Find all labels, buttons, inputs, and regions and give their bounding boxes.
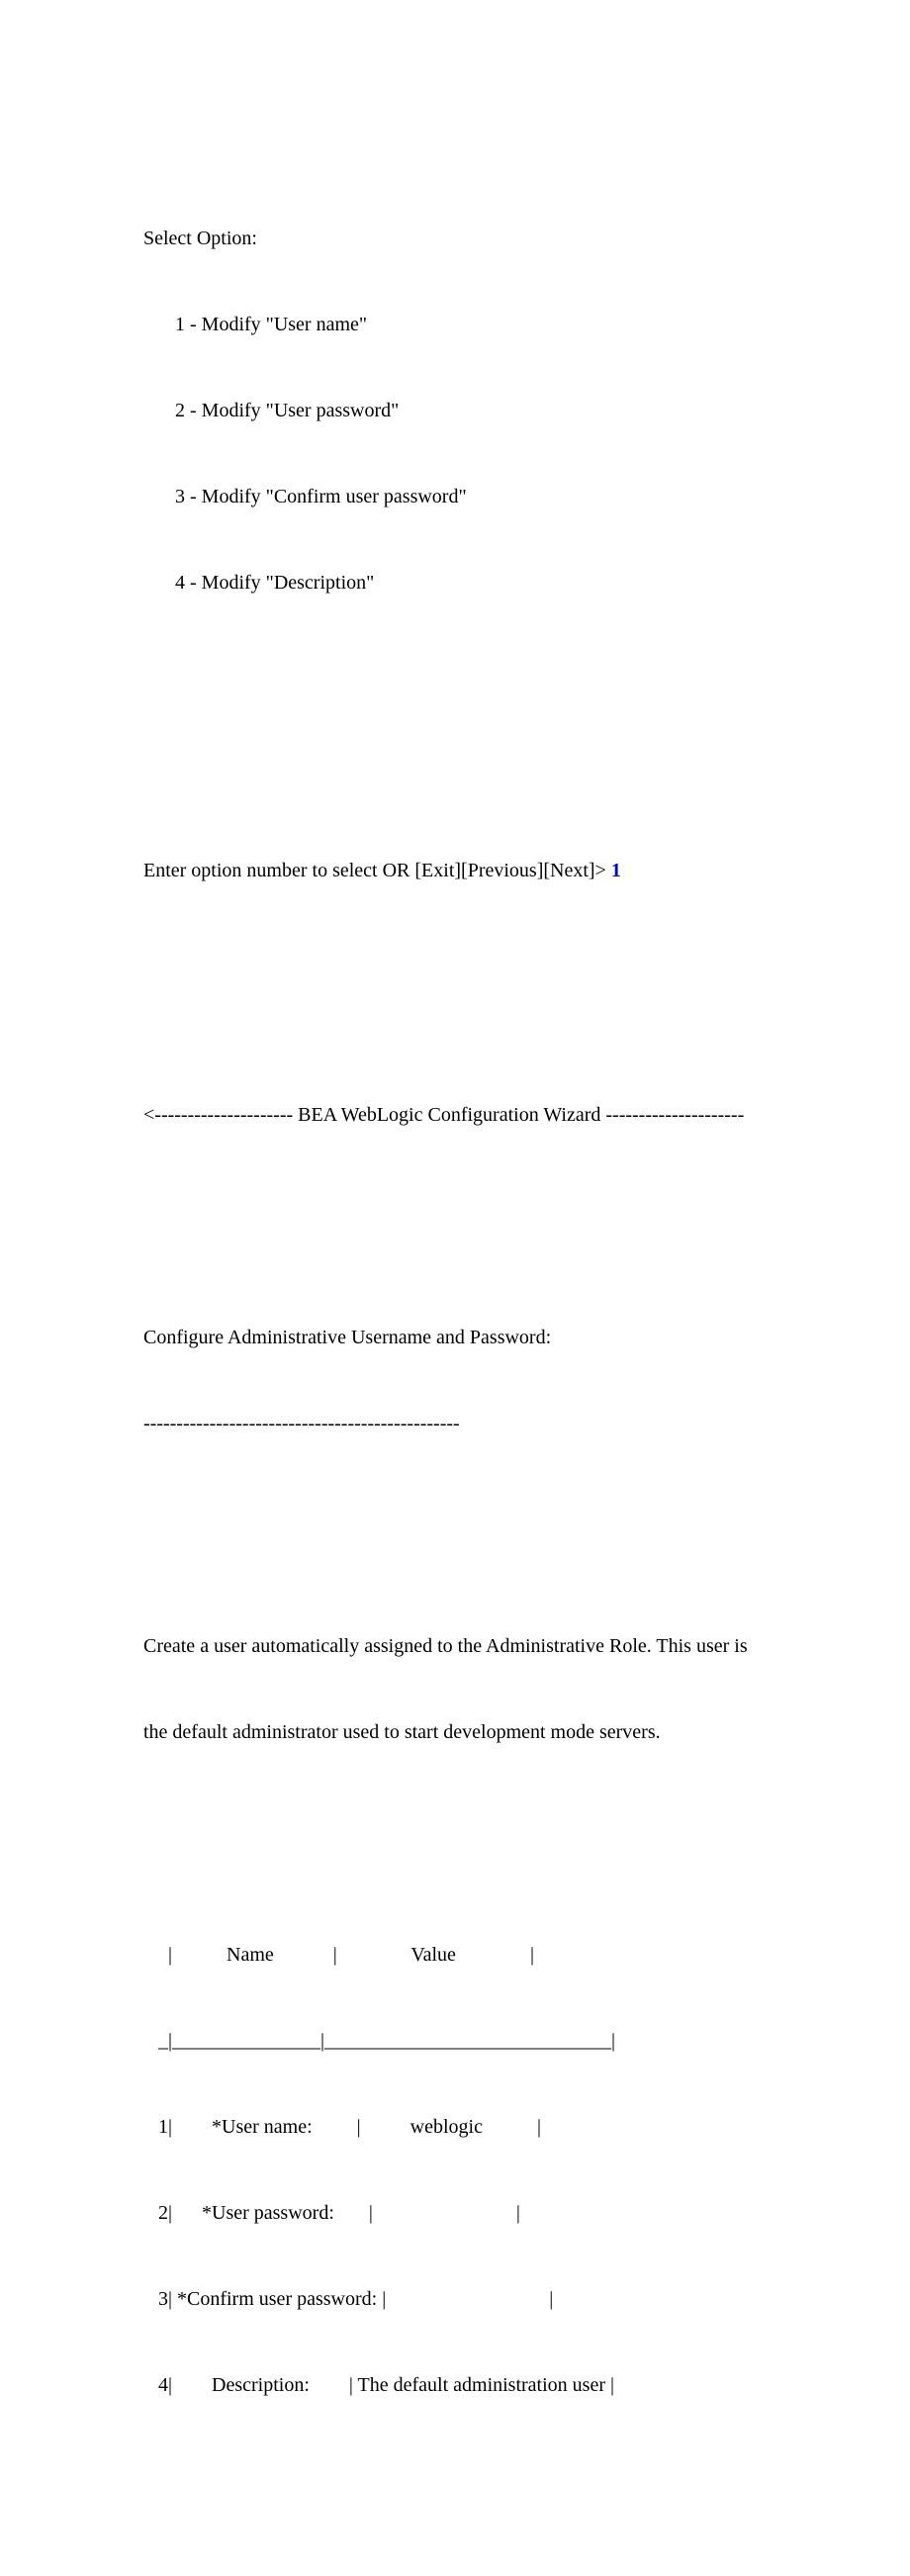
table-row3-1: 3| *Confirm user password: | | <box>143 2285 767 2314</box>
table-divider-1: _|_______________|______________________… <box>143 2027 767 2056</box>
table-header-1: | Name | Value | <box>143 1941 767 1970</box>
select-option-heading: Select Option: <box>143 225 767 253</box>
document-content: Select Option: 1 - Modify "User name" 2 … <box>143 138 767 2576</box>
table-row1-1: 1| *User name: | weblogic | <box>143 2113 767 2142</box>
prompt1-input: 1 <box>611 860 621 881</box>
prompt1-text: Enter option number to select OR [Exit][… <box>143 860 611 881</box>
config-title-1: Configure Administrative Username and Pa… <box>143 1324 767 1352</box>
option-3: 3 - Modify "Confirm user password" <box>143 483 767 511</box>
option-2: 2 - Modify "User password" <box>143 397 767 425</box>
table-row4-1: 4| Description: | The default administra… <box>143 2371 767 2400</box>
desc-line1-1: Create a user automatically assigned to … <box>143 1632 767 1661</box>
config-divider-1: ----------------------------------------… <box>143 1410 767 1438</box>
option-1: 1 - Modify "User name" <box>143 311 767 339</box>
table-row2-1: 2| *User password: | | <box>143 2199 767 2228</box>
prompt-enter-option: Enter option number to select OR [Exit][… <box>143 857 767 885</box>
option-4: 4 - Modify "Description" <box>143 569 767 598</box>
wizard-header-1: <--------------------- BEA WebLogic Conf… <box>143 1101 767 1130</box>
desc-line2-1: the default administrator used to start … <box>143 1718 767 1747</box>
